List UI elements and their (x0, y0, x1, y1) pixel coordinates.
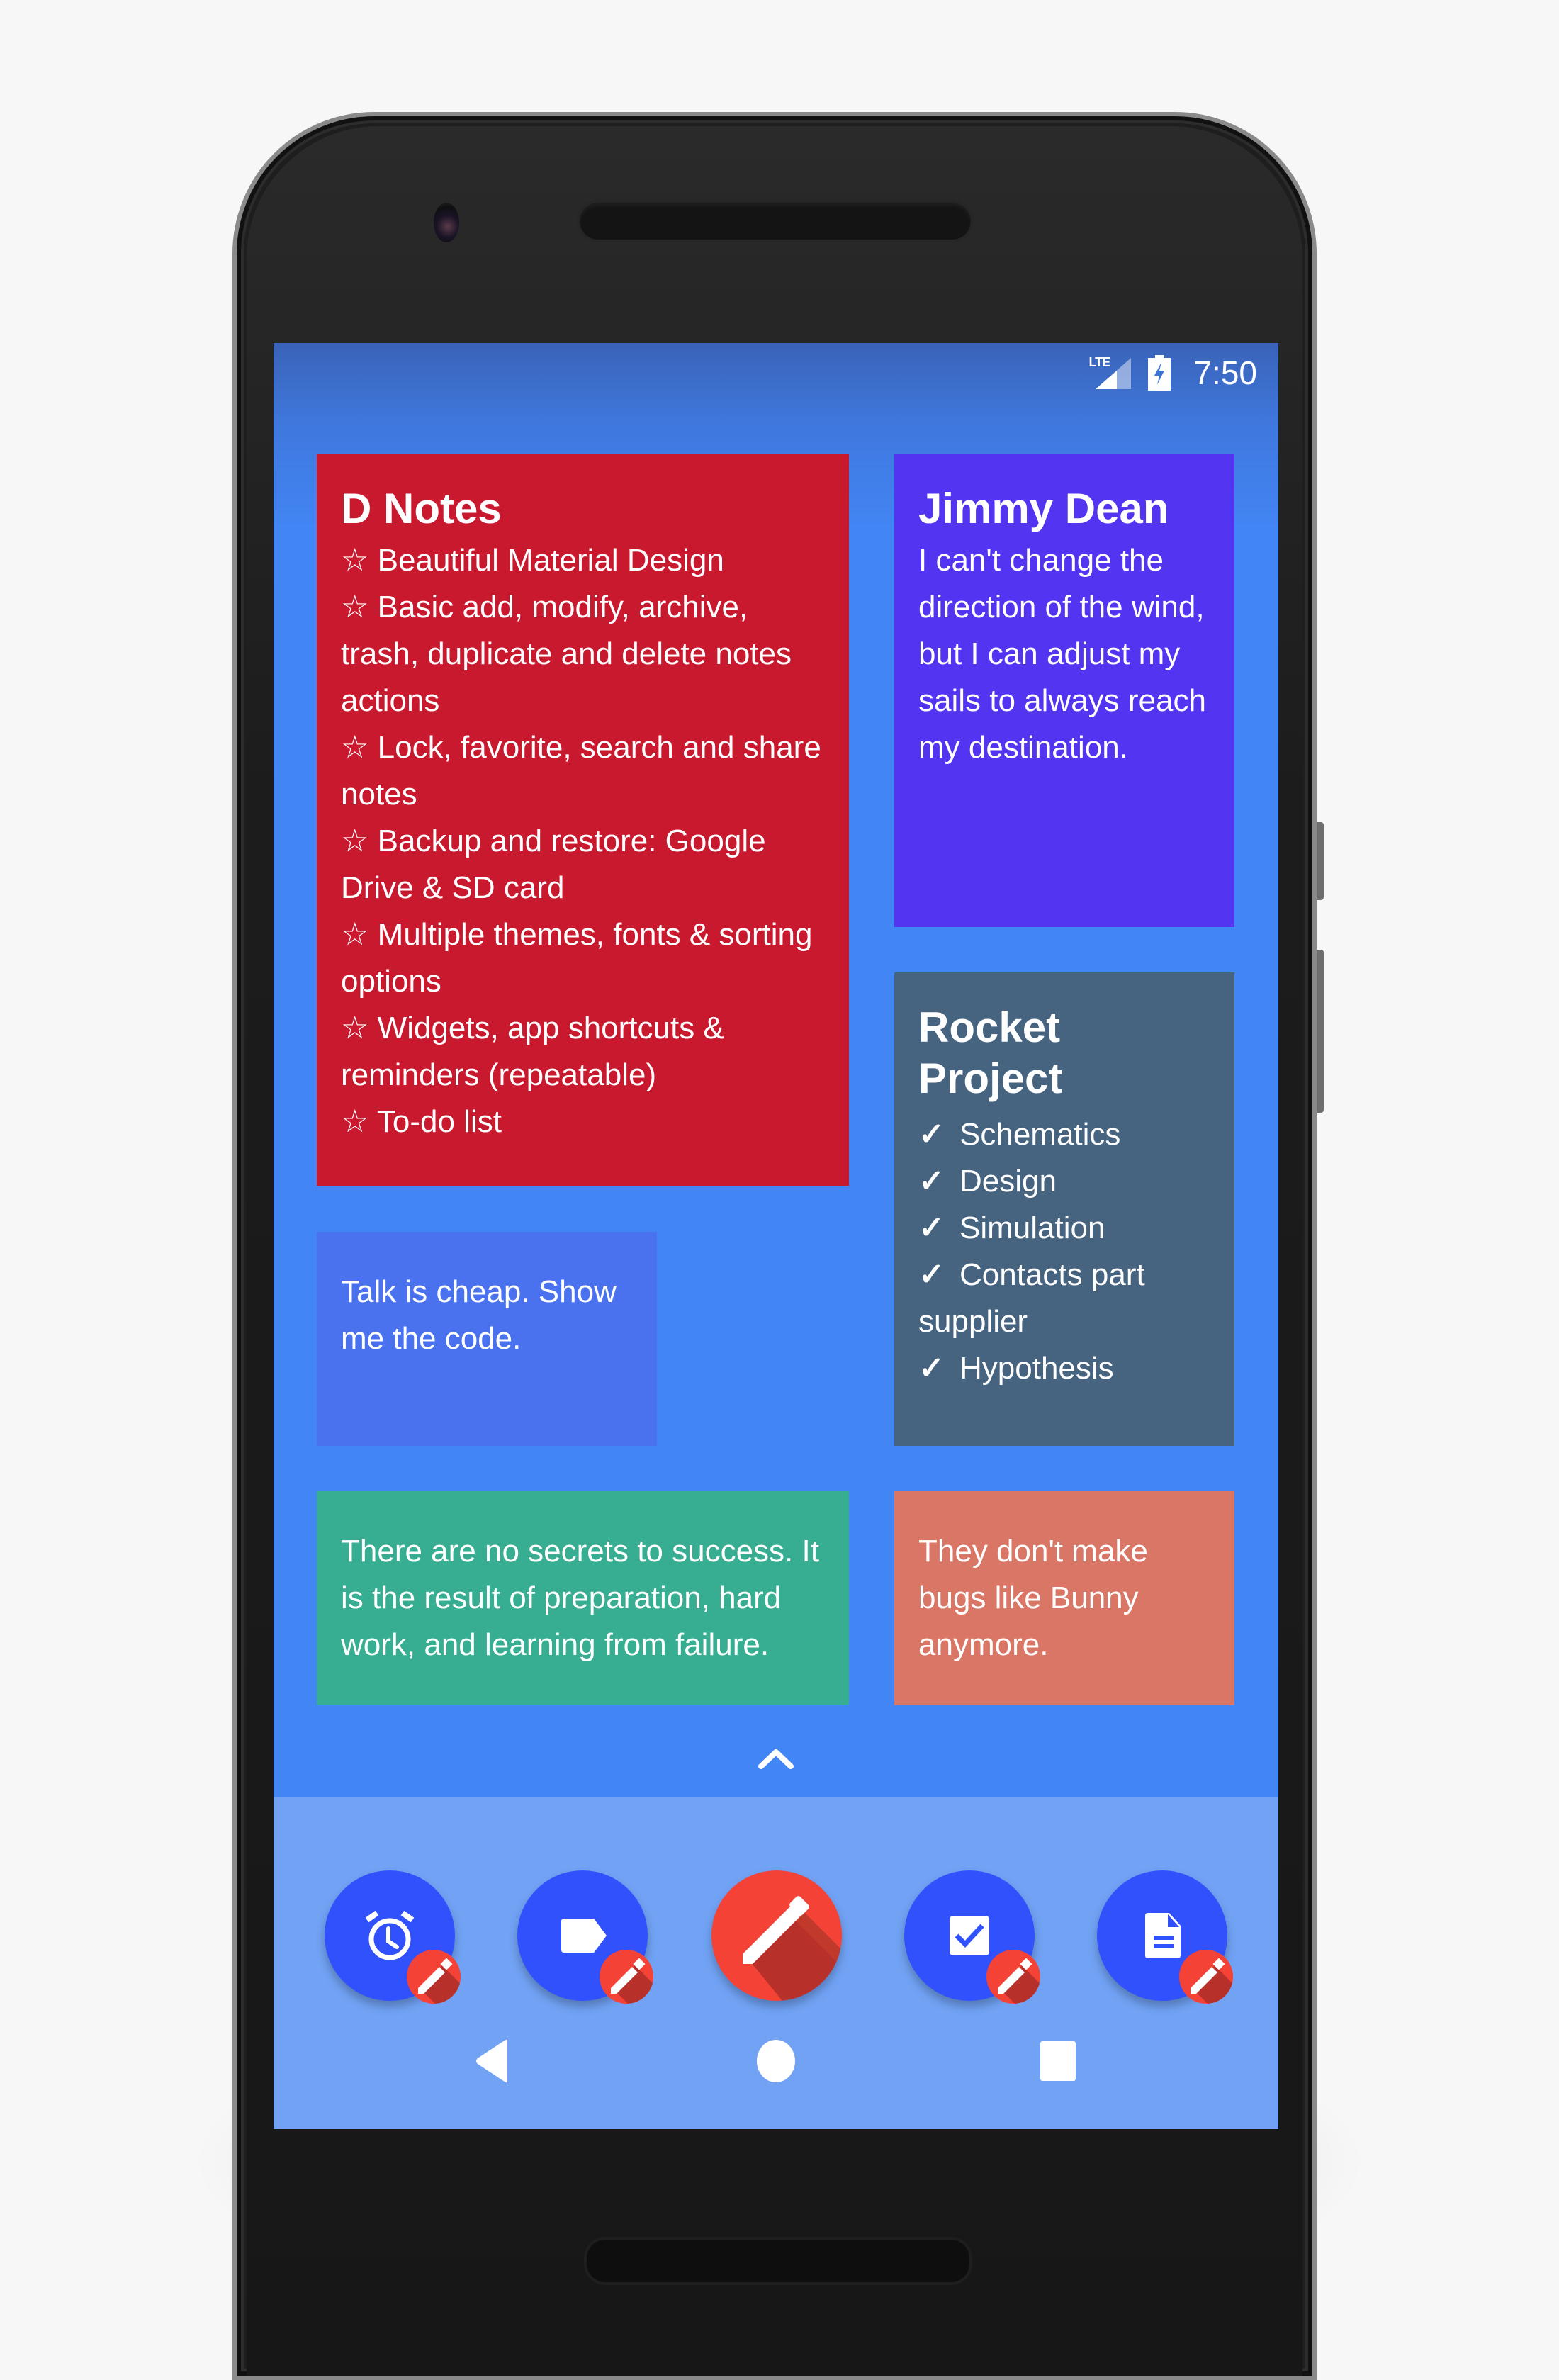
check-icon: ✓ (918, 1351, 945, 1386)
feature-line: ☆ To-do list (341, 1104, 502, 1139)
earpiece-speaker (580, 203, 971, 240)
note-body: There are no secrets to success. It is t… (341, 1534, 828, 1662)
checklist-item-text: Simulation (959, 1211, 1105, 1245)
checklist-item-text: Hypothesis (959, 1351, 1114, 1386)
clock: 7:50 (1193, 354, 1257, 391)
pencil-badge (986, 1950, 1040, 2004)
new-text-note-button[interactable] (1097, 1870, 1233, 2004)
checklist-item-text: Design (959, 1164, 1057, 1199)
check-icon: ✓ (918, 1211, 945, 1245)
pencil-badge (1179, 1950, 1233, 2004)
checklist-item-text: Schematics (959, 1117, 1121, 1152)
checklist-item: ✓ Hypothesis (918, 1345, 1210, 1392)
pencil-icon (743, 1896, 842, 2001)
note-body: I can't change the direction of the wind… (918, 543, 1215, 765)
note-body: Talk is cheap. Show me the code. (341, 1274, 626, 1356)
checklist-item: ✓ Design (918, 1158, 1210, 1205)
recents-icon[interactable] (1039, 2038, 1077, 2084)
pencil-icon (418, 1958, 461, 2004)
pencil-badge (407, 1950, 461, 2004)
feature-line: ☆ Beautiful Material Design (341, 543, 724, 578)
status-bar: LTE 7:50 (274, 343, 1278, 403)
home-icon[interactable] (755, 2038, 797, 2084)
check-icon: ✓ (918, 1257, 945, 1292)
feature-line: ☆ Basic add, modify, archive, trash, dup… (341, 590, 792, 718)
pencil-icon (611, 1958, 653, 2004)
check-icon: ✓ (918, 1164, 945, 1199)
checklist: ✓ Schematics ✓ Design ✓ Simulation ✓ Contact… (918, 1111, 1210, 1392)
home-screen: LTE 7:50 D Notes ☆ Beautiful Material De… (274, 343, 1278, 2129)
note-card-rocket-project[interactable]: Rocket Project ✓ Schematics ✓ Design ✓ Simu… (894, 972, 1234, 1446)
note-title: Jimmy Dean (918, 485, 1169, 532)
checklist-item: ✓ Contacts part supplier (918, 1252, 1210, 1345)
signal-lte-icon: LTE (1088, 355, 1132, 391)
pencil-icon (1191, 1958, 1233, 2004)
battery-charging-icon (1148, 355, 1171, 391)
front-camera (434, 203, 459, 242)
volume-button (1317, 950, 1324, 1113)
back-icon[interactable] (473, 2038, 512, 2084)
new-reminder-note-button[interactable] (325, 1870, 461, 2004)
power-button (1317, 822, 1324, 900)
pencil-icon (998, 1958, 1040, 2004)
note-card-success[interactable]: There are no secrets to success. It is t… (317, 1491, 849, 1705)
document-icon (1145, 1913, 1181, 1958)
note-title: Rocket Project (918, 1004, 1063, 1102)
checklist-item: ✓ Schematics (918, 1111, 1210, 1158)
feature-line: ☆ Lock, favorite, search and share notes (341, 730, 821, 812)
chevron-up-icon[interactable] (755, 1744, 797, 1772)
note-card-bunny[interactable]: They don't make bugs like Bunny anymore. (894, 1491, 1234, 1705)
note-card-dnotes[interactable]: D Notes ☆ Beautiful Material Design ☆ Ba… (317, 454, 849, 1186)
note-title: D Notes (341, 485, 502, 532)
new-checklist-note-button[interactable] (904, 1870, 1040, 2004)
note-body: They don't make bugs like Bunny anymore. (918, 1534, 1157, 1662)
bottom-speaker (587, 2240, 969, 2282)
pencil-badge (600, 1950, 653, 2004)
note-card-jimmy-dean[interactable]: Jimmy Dean I can't change the direction … (894, 454, 1234, 927)
checklist-item: ✓ Simulation (918, 1205, 1210, 1252)
checkbox-icon (950, 1916, 989, 1955)
note-body: ☆ Beautiful Material Design ☆ Basic add,… (341, 537, 825, 1145)
feature-line: ☆ Multiple themes, fonts & sorting optio… (341, 917, 813, 999)
note-card-talk[interactable]: Talk is cheap. Show me the code. (317, 1232, 657, 1446)
shortcut-dock (274, 1797, 1278, 2129)
check-icon: ✓ (918, 1117, 945, 1152)
feature-line: ☆ Widgets, app shortcuts & reminders (re… (341, 1011, 724, 1092)
new-label-note-button[interactable] (517, 1870, 653, 2004)
alarm-icon (365, 1910, 415, 1960)
label-icon (561, 1919, 607, 1953)
new-note-button[interactable] (711, 1870, 842, 2001)
feature-line: ☆ Backup and restore: Google Drive & SD … (341, 824, 766, 905)
